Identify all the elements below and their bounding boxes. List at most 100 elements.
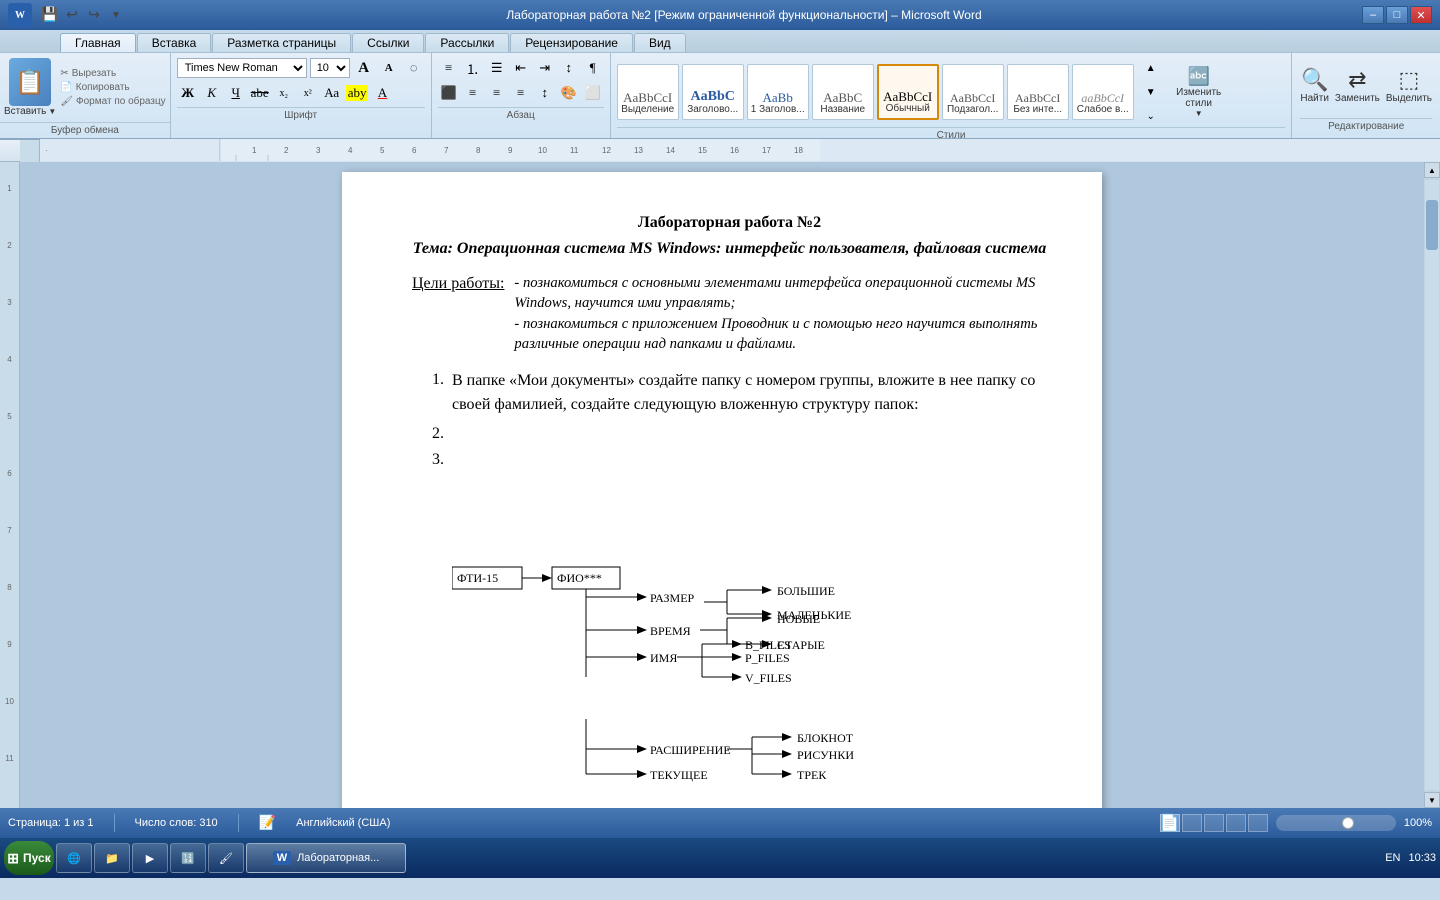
borders-button[interactable]: ⬜ (582, 82, 604, 104)
web-layout-button[interactable] (1204, 814, 1224, 832)
align-center-button[interactable]: ≡ (462, 82, 484, 104)
tab-view[interactable]: Вид (634, 33, 686, 52)
highlight-button[interactable]: aby (345, 82, 370, 104)
svg-text:17: 17 (762, 146, 771, 155)
fullscreen-button[interactable] (1182, 814, 1202, 832)
print-layout-button[interactable]: 📄 (1160, 814, 1180, 832)
undo-button[interactable]: ↩ (62, 5, 82, 25)
close-button[interactable]: ✕ (1410, 6, 1432, 24)
tab-insert[interactable]: Вставка (137, 33, 212, 52)
redo-button[interactable]: ↪ (84, 5, 104, 25)
show-marks-button[interactable]: ¶ (582, 57, 604, 79)
folder-tree-diagram: .tree-text { font-family: 'Times New Rom… (452, 482, 1047, 709)
font-name-select[interactable]: Times New Roman (177, 58, 307, 78)
svg-text:14: 14 (666, 146, 675, 155)
internet-explorer-button[interactable]: 🌐 (56, 843, 92, 873)
minimize-button[interactable]: – (1362, 6, 1384, 24)
word-taskbar-button[interactable]: W Лабораторная... (246, 843, 406, 873)
numbering-button[interactable]: ⒈ (462, 57, 484, 79)
scroll-down-button[interactable]: ▼ (1424, 792, 1440, 808)
tab-home[interactable]: Главная (60, 33, 136, 52)
style-normal[interactable]: AaBbCcI Обычный (877, 64, 939, 120)
change-case-button[interactable]: Аа (321, 82, 343, 104)
format-painter-button[interactable]: 🖌Формат по образцу (60, 96, 165, 107)
svg-text:РАСШИРЕНИЕ: РАСШИРЕНИЕ (650, 743, 731, 757)
cut-button[interactable]: ✂Вырезать (60, 68, 165, 79)
explorer-button[interactable]: 📁 (94, 843, 130, 873)
superscript-button[interactable]: x² (297, 82, 319, 104)
italic-button[interactable]: К (201, 82, 223, 104)
bullets-button[interactable]: ≡ (438, 57, 460, 79)
vertical-scrollbar[interactable]: ▲ ▼ (1424, 162, 1440, 808)
quickaccess-dropdown[interactable]: ▼ (106, 5, 126, 25)
justify-button[interactable]: ≡ (510, 82, 532, 104)
outline-button[interactable] (1226, 814, 1246, 832)
style-title[interactable]: AaBbC Название (812, 64, 874, 120)
tab-mailings[interactable]: Рассылки (425, 33, 509, 52)
shrink-font-button[interactable]: A (378, 57, 400, 79)
increase-indent-button[interactable]: ⇥ (534, 57, 556, 79)
tab-page-layout[interactable]: Разметка страницы (212, 33, 351, 52)
replace-button[interactable]: ⇄ Заменить (1335, 67, 1380, 104)
grow-font-button[interactable]: A (353, 57, 375, 79)
strikethrough-button[interactable]: abe (249, 82, 271, 104)
decrease-indent-button[interactable]: ⇤ (510, 57, 532, 79)
main-scroll-area[interactable]: Лабораторная работа №2 Тема: Операционна… (20, 162, 1424, 808)
svg-text:ТЕКУЩЕЕ: ТЕКУЩЕЕ (650, 768, 708, 782)
copy-icon: 📄 (60, 82, 72, 93)
styles-scroll-down[interactable]: ▼ (1140, 81, 1162, 103)
select-button[interactable]: ⬚ Выделить (1386, 67, 1432, 104)
media-player-button[interactable]: ▶ (132, 843, 168, 873)
svg-text:12: 12 (602, 146, 611, 155)
item1-text: В папке «Мои документы» создайте папку с… (452, 369, 1047, 417)
calc-icon: 🔢 (181, 852, 195, 865)
change-styles-button[interactable]: 🔤 Изменить стили ▼ (1169, 66, 1229, 118)
bold-button[interactable]: Ж (177, 82, 199, 104)
paragraph-group-label: Абзац (438, 107, 604, 123)
clipboard-group: 📋 Вставить▼ ✂Вырезать 📄Копировать 🖌Форма… (0, 53, 171, 138)
save-button[interactable]: 💾 (40, 5, 60, 25)
tab-review[interactable]: Рецензирование (510, 33, 633, 52)
clear-format-button[interactable]: ◌ (403, 57, 425, 79)
svg-text:10: 10 (538, 146, 547, 155)
zoom-slider[interactable] (1276, 815, 1396, 831)
subscript-button[interactable]: x₂ (273, 82, 295, 104)
style-heading2[interactable]: AaBb 1 Заголов... (747, 64, 809, 120)
font-size-select[interactable]: 10 (310, 58, 350, 78)
start-button[interactable]: ⊞ Пуск (4, 841, 54, 875)
font-color-button[interactable]: A (371, 82, 393, 104)
multilevel-button[interactable]: ☰ (486, 57, 508, 79)
align-right-button[interactable]: ≡ (486, 82, 508, 104)
line-spacing-button[interactable]: ↕ (534, 82, 556, 104)
word-app-icon: W (8, 3, 32, 27)
paint-button[interactable]: 🖌 (208, 843, 244, 873)
maximize-button[interactable]: □ (1386, 6, 1408, 24)
ruler-num-6: 6 (0, 467, 19, 524)
style-subtitle[interactable]: AaBbCcI Подзагол... (942, 64, 1004, 120)
underline-button[interactable]: Ч (225, 82, 247, 104)
styles-more[interactable]: ⌄ (1140, 105, 1162, 127)
shading-button[interactable]: 🎨 (558, 82, 580, 104)
draft-button[interactable] (1248, 814, 1268, 832)
calculator-button[interactable]: 🔢 (170, 843, 206, 873)
numbered-list: 1. В папке «Мои документы» создайте папк… (432, 369, 1047, 472)
find-button[interactable]: 🔍 Найти (1300, 67, 1329, 104)
style-heading1[interactable]: AaBbC Заголово... (682, 64, 744, 120)
style-selection[interactable]: AaBbCcI Выделение (617, 64, 679, 120)
svg-text:ВРЕМЯ: ВРЕМЯ (650, 624, 691, 638)
clock: 10:33 (1408, 852, 1436, 864)
svg-text:B_FILES: B_FILES (745, 638, 791, 652)
paste-button[interactable]: 📋 Вставить▼ (4, 58, 56, 117)
ruler-num-2: 2 (0, 239, 19, 296)
tab-references[interactable]: Ссылки (352, 33, 424, 52)
align-left-button[interactable]: ⬛ (438, 82, 460, 104)
copy-button[interactable]: 📄Копировать (60, 82, 165, 93)
style-subtle[interactable]: aaBbCcI Слабое в... (1072, 64, 1134, 120)
svg-text:15: 15 (698, 146, 707, 155)
style-no-spacing[interactable]: AaBbCcI Без инте... (1007, 64, 1069, 120)
sort-button[interactable]: ↕ (558, 57, 580, 79)
scroll-up-button[interactable]: ▲ (1424, 162, 1440, 178)
styles-scroll-up[interactable]: ▲ (1140, 57, 1162, 79)
page-info: Страница: 1 из 1 (8, 817, 94, 829)
scroll-thumb[interactable] (1426, 200, 1438, 250)
